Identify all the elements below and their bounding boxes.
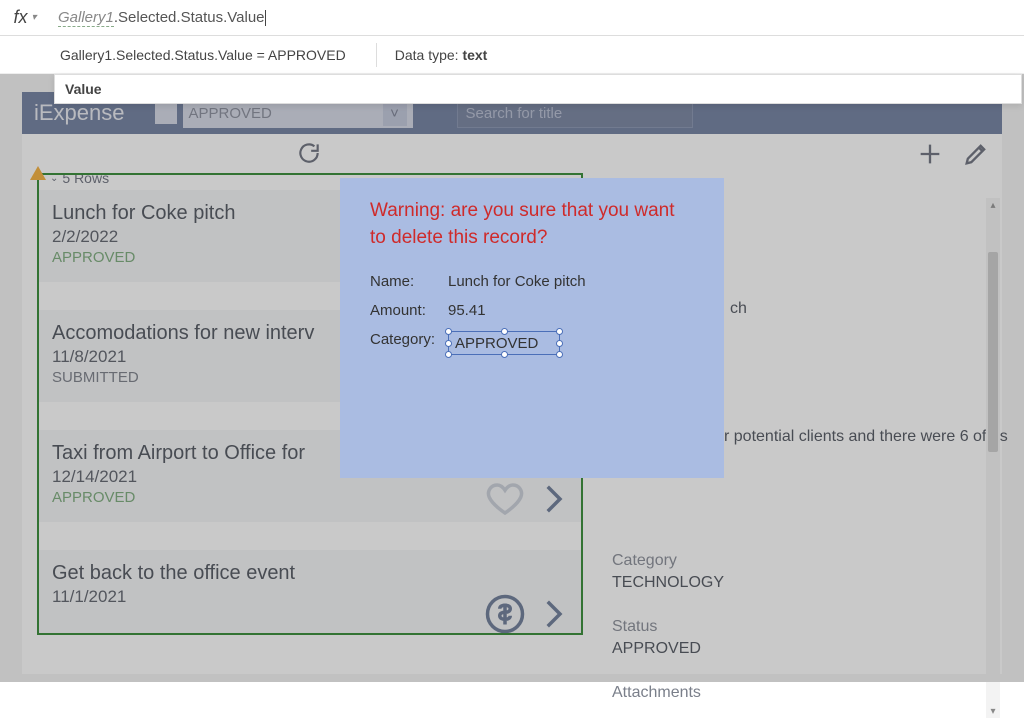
fx-dropdown[interactable]: fx ▾ bbox=[0, 7, 50, 28]
detail-status-label: Status bbox=[612, 618, 724, 636]
resize-handle[interactable] bbox=[556, 340, 563, 347]
search-placeholder: Search for title bbox=[466, 105, 563, 122]
intellisense-item[interactable]: Value bbox=[65, 81, 102, 97]
formula-result-bar: Gallery1.Selected.Status.Value = APPROVE… bbox=[0, 36, 1024, 74]
data-type: Data type: text bbox=[395, 47, 488, 63]
popup-category-value: APPROVED bbox=[455, 335, 538, 352]
popup-name-value: Lunch for Coke pitch bbox=[448, 273, 586, 290]
fx-label: fx bbox=[13, 7, 27, 28]
formula-bar: fx ▾ Gallery1.Selected.Status.Value bbox=[0, 0, 1024, 36]
detail-attachments-label: Attachments bbox=[612, 684, 724, 702]
popup-category-label: Category: bbox=[370, 331, 448, 355]
item-actions bbox=[484, 593, 574, 634]
popup-warning-text: Warning: are you sure that you want to d… bbox=[370, 198, 694, 251]
text-caret bbox=[265, 10, 266, 26]
formula-token-rest: .Selected.Status.Value bbox=[114, 9, 265, 26]
divider bbox=[376, 43, 377, 67]
chevron-down-icon: ⌄ bbox=[50, 173, 58, 184]
filter-dropdown-value: APPROVED bbox=[189, 105, 272, 122]
formula-result-text: Gallery1.Selected.Status.Value = APPROVE… bbox=[60, 47, 346, 63]
detail-category-label: Category bbox=[612, 552, 724, 570]
intellisense-dropdown[interactable]: Value bbox=[54, 74, 1022, 104]
popup-amount-label: Amount: bbox=[370, 302, 448, 319]
data-type-label: Data type: bbox=[395, 47, 463, 63]
warning-icon[interactable] bbox=[30, 166, 46, 180]
scrollbar-vertical[interactable]: ▴ ▾ bbox=[986, 198, 1000, 718]
edit-button[interactable] bbox=[962, 140, 990, 173]
detail-category-value: TECHNOLOGY bbox=[612, 574, 724, 592]
toolbar-right bbox=[916, 140, 990, 173]
pencil-icon bbox=[962, 140, 990, 168]
item-actions bbox=[484, 478, 574, 520]
detail-desc-line2: r potential clients and there were 6 of … bbox=[724, 428, 1008, 446]
rows-count[interactable]: ⌄ 5 Rows bbox=[50, 170, 109, 186]
gallery-item[interactable]: Get back to the office event 11/1/2021 bbox=[38, 550, 582, 634]
data-type-value: text bbox=[462, 47, 487, 63]
rows-count-label: 5 Rows bbox=[62, 170, 109, 186]
add-button[interactable] bbox=[916, 140, 944, 173]
refresh-icon bbox=[296, 140, 322, 166]
detail-status-value: APPROVED bbox=[612, 640, 724, 658]
resize-handle[interactable] bbox=[501, 351, 508, 358]
resize-handle[interactable] bbox=[556, 351, 563, 358]
detail-desc-frag: ch bbox=[730, 300, 747, 318]
scrollbar-thumb[interactable] bbox=[988, 252, 998, 452]
popup-name-label: Name: bbox=[370, 273, 448, 290]
resize-handle[interactable] bbox=[445, 328, 452, 335]
scroll-down-icon[interactable]: ▾ bbox=[986, 704, 1000, 718]
item-title: Get back to the office event bbox=[52, 562, 568, 585]
refresh-button[interactable] bbox=[296, 140, 322, 166]
plus-icon bbox=[916, 140, 944, 168]
formula-input[interactable]: Gallery1.Selected.Status.Value bbox=[50, 9, 1024, 27]
scroll-up-icon[interactable]: ▴ bbox=[986, 198, 1000, 212]
chevron-right-icon[interactable] bbox=[532, 593, 574, 634]
popup-amount-value: 95.41 bbox=[448, 302, 486, 319]
resize-handle[interactable] bbox=[445, 340, 452, 347]
dollar-icon[interactable] bbox=[484, 593, 526, 634]
selected-label-control[interactable]: APPROVED bbox=[448, 331, 560, 355]
canvas-area: iExpense APPROVED ˅ Search for title ⌄ 5… bbox=[0, 74, 1024, 682]
resize-handle[interactable] bbox=[445, 351, 452, 358]
resize-handle[interactable] bbox=[556, 328, 563, 335]
chevron-right-icon[interactable] bbox=[532, 478, 574, 520]
chevron-down-icon: ▾ bbox=[31, 12, 36, 23]
formula-token-gallery: Gallery1 bbox=[58, 9, 114, 27]
delete-confirm-popup[interactable]: Warning: are you sure that you want to d… bbox=[340, 178, 724, 478]
filter-checkbox[interactable] bbox=[155, 102, 177, 124]
heart-icon[interactable] bbox=[484, 478, 526, 520]
